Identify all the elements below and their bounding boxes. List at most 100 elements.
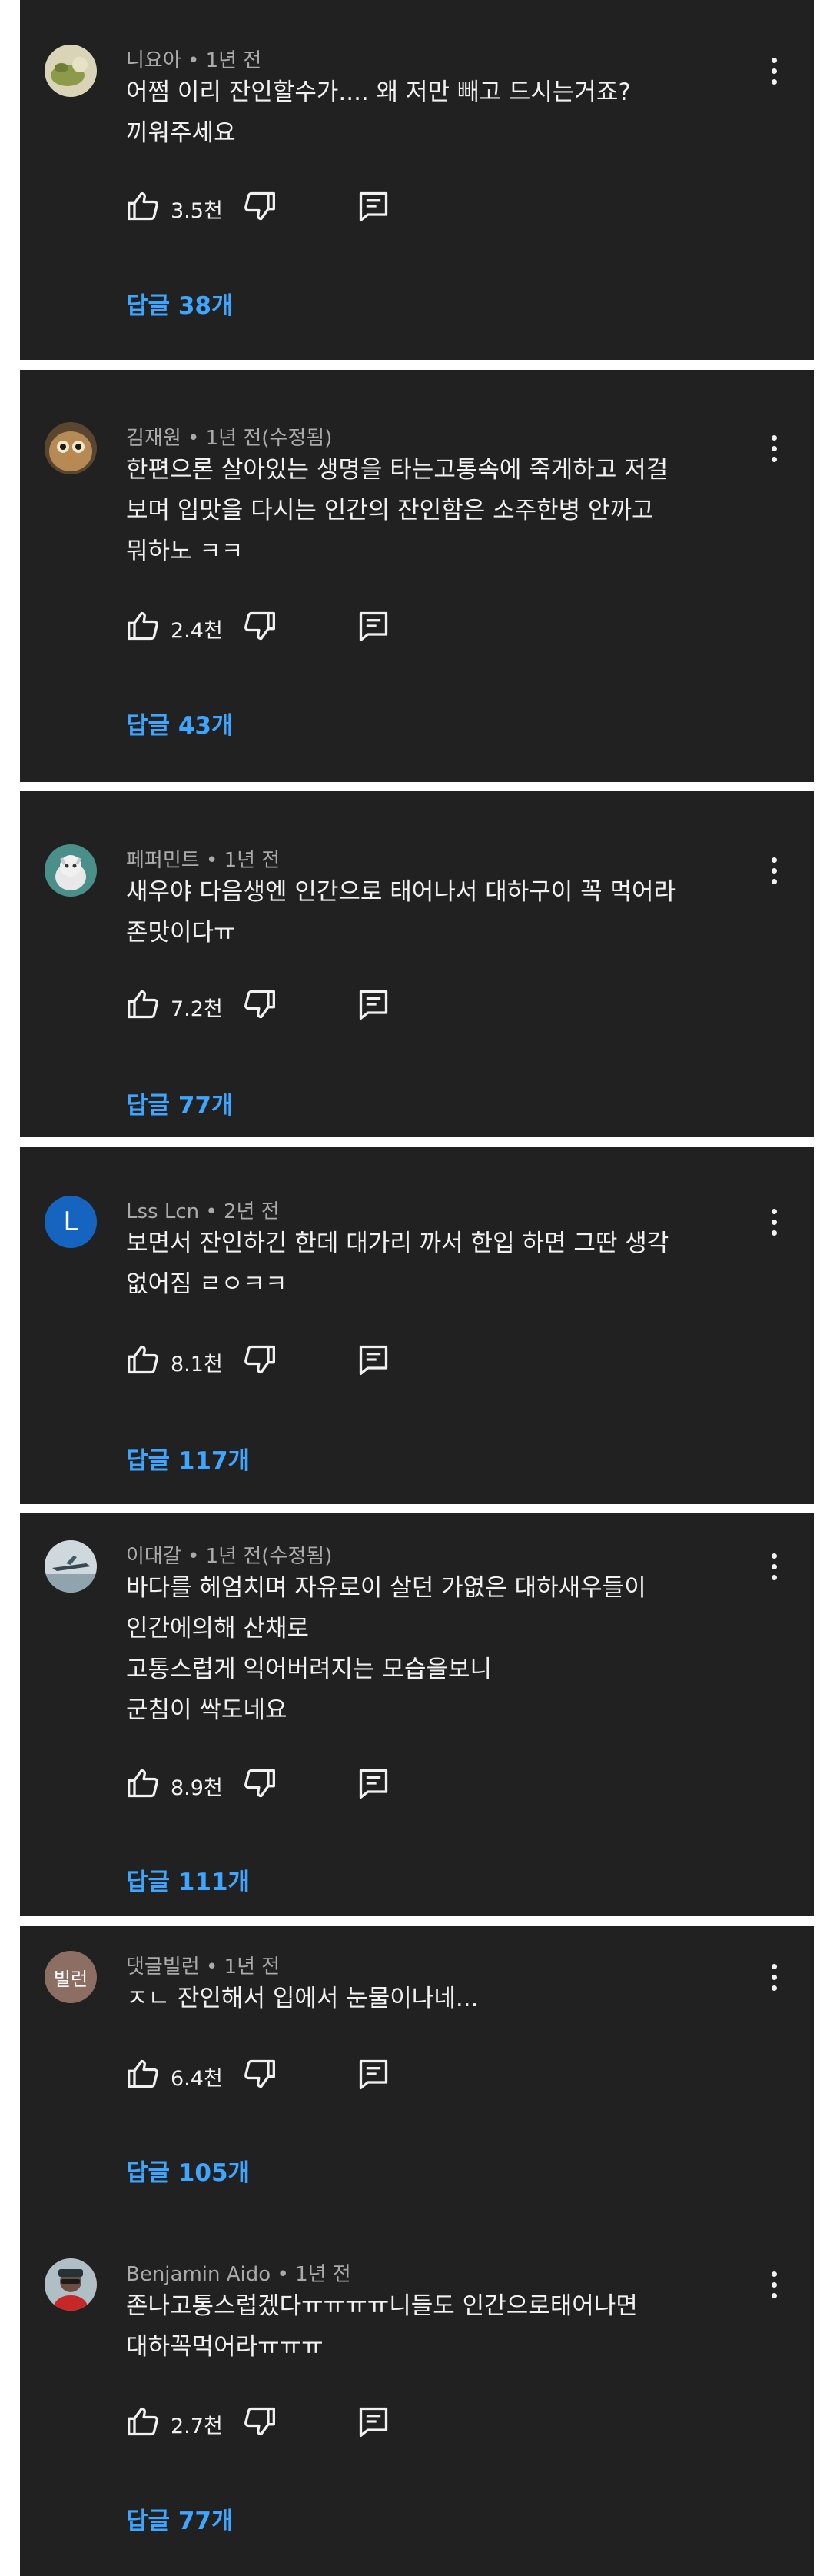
- thumbs-down-icon: [244, 990, 275, 1019]
- like-button[interactable]: [126, 986, 160, 1023]
- comment-line: 끼워주세요: [126, 119, 236, 147]
- view-replies-link[interactable]: 답글 111개: [126, 1862, 250, 1897]
- comment-reply-icon: [359, 2059, 388, 2089]
- thumbs-up-icon: [128, 191, 158, 221]
- author-name[interactable]: 니요아: [126, 49, 181, 72]
- comment-line: 보며 입맛을 다시는 인간의 잔인함은 소주한병 안까고: [126, 497, 654, 524]
- comment-card: 빌런 댓글빌런 • 1년 전 ㅈㄴ 잔인해서 입에서 눈물이나네... 6.4천…: [20, 1926, 814, 2576]
- like-button[interactable]: [126, 1341, 160, 1378]
- comment-card: 김재원 • 1년 전(수정됨) 한편으론 살아있는 생명을 타는고통속에 죽게하…: [20, 370, 814, 782]
- view-replies-link[interactable]: 답글 105개: [126, 2153, 250, 2188]
- like-button[interactable]: [126, 607, 160, 644]
- view-replies-link[interactable]: 답글 43개: [126, 706, 234, 741]
- comment-line: 인간에의해 산채로: [126, 1615, 310, 1642]
- dislike-button[interactable]: [243, 2055, 277, 2092]
- view-replies-link[interactable]: 답글 77개: [126, 2501, 234, 2536]
- dislike-button[interactable]: [243, 607, 277, 644]
- more-options-icon[interactable]: [765, 1207, 783, 1238]
- like-button[interactable]: [126, 2055, 160, 2092]
- avatar[interactable]: 빌런: [45, 1951, 97, 2003]
- timestamp: 1년 전: [205, 49, 262, 72]
- avatar-letter: L: [63, 1206, 78, 1237]
- thumbs-up-icon: [128, 990, 158, 1019]
- like-count: 8.1천: [171, 1353, 223, 1376]
- thumbs-down-icon: [244, 1769, 275, 1798]
- reply-button[interactable]: [357, 1341, 390, 1378]
- comment-line: 대하꼭먹어라ㅠㅠㅠ: [126, 2333, 324, 2361]
- separator: •: [205, 1955, 218, 1979]
- comment-line: 바다를 헤엄치며 자유로이 살던 가엾은 대하새우들이: [126, 1574, 646, 1602]
- dislike-button[interactable]: [243, 986, 277, 1023]
- avatar[interactable]: [45, 45, 97, 97]
- like-count: 2.7천: [171, 2415, 223, 2438]
- comment-card: L Lss Lcn • 2년 전 보면서 잔인하긴 한데 대가리 까서 한입 하…: [20, 1147, 814, 1504]
- more-options-icon[interactable]: [765, 1962, 783, 1993]
- comment-actions: 8.9천: [126, 1765, 449, 1802]
- view-replies-link[interactable]: 답글 77개: [126, 1086, 234, 1120]
- comment-line: ㅈㄴ 잔인해서 입에서 눈물이나네...: [126, 1985, 479, 2012]
- comment-actions: 2.4천: [126, 607, 449, 644]
- reply-button[interactable]: [357, 1765, 390, 1802]
- comment-text: 보면서 잔인하긴 한데 대가리 까서 한입 하면 그딴 생각 없어짐 ㄹㅇㅋㅋ: [126, 1223, 756, 1305]
- more-options-icon[interactable]: [765, 434, 783, 464]
- avatar[interactable]: [45, 1540, 97, 1593]
- timestamp: 1년 전: [224, 849, 281, 872]
- comment-line: 고통스럽게 익어버려지는 모습을보니: [126, 1656, 493, 1683]
- author-name[interactable]: 김재원: [126, 427, 181, 450]
- more-options-icon[interactable]: [765, 2270, 783, 2301]
- like-count: 7.2천: [171, 997, 223, 1021]
- thumbs-up-icon: [128, 2407, 158, 2436]
- comment-meta: 댓글빌런 • 1년 전: [126, 1951, 280, 1979]
- comment-meta: 김재원 • 1년 전(수정됨): [126, 422, 332, 451]
- comment-card: 페퍼민트 • 1년 전 새우야 다음생엔 인간으로 태어나서 대하구이 꼭 먹어…: [20, 791, 814, 1137]
- timestamp: 1년 전(수정됨): [205, 427, 333, 450]
- author-name[interactable]: Benjamin Aido: [126, 2263, 271, 2286]
- like-button[interactable]: [126, 188, 160, 225]
- comment-line: 존맛이다ㅠ: [126, 919, 236, 947]
- avatar[interactable]: [45, 844, 97, 897]
- dislike-button[interactable]: [243, 188, 277, 225]
- comment-line: 없어짐 ㄹㅇㅋㅋ: [126, 1270, 287, 1298]
- reply-button[interactable]: [357, 986, 390, 1023]
- comment-actions: 6.4천: [126, 2055, 449, 2092]
- author-name[interactable]: 댓글빌런: [126, 1955, 200, 1979]
- view-replies-link[interactable]: 답글 38개: [126, 286, 234, 321]
- like-button[interactable]: [126, 2403, 160, 2440]
- author-name[interactable]: Lss Lcn: [126, 1200, 199, 1223]
- avatar[interactable]: [45, 2258, 97, 2311]
- comment-meta: Benjamin Aido • 1년 전: [126, 2258, 351, 2287]
- thumbs-down-icon: [244, 611, 275, 641]
- comment-reply-icon: [359, 191, 388, 221]
- comment-text: ㅈㄴ 잔인해서 입에서 눈물이나네...: [126, 1979, 756, 2019]
- comment-actions: 3.5천: [126, 188, 449, 225]
- avatar[interactable]: [45, 422, 97, 474]
- more-options-icon[interactable]: [765, 1552, 783, 1583]
- view-replies-link[interactable]: 답글 117개: [126, 1441, 250, 1476]
- comment-reply-icon: [359, 990, 388, 1020]
- comment-text: 어쩜 이리 잔인할수가.... 왜 저만 빼고 드시는거죠? 끼워주세요: [126, 72, 756, 154]
- comment-reply-icon: [359, 2407, 388, 2437]
- thumbs-down-icon: [244, 191, 275, 221]
- separator: •: [205, 849, 218, 872]
- more-options-icon[interactable]: [765, 56, 783, 87]
- reply-button[interactable]: [357, 2055, 390, 2092]
- dislike-button[interactable]: [243, 1341, 277, 1378]
- reply-button[interactable]: [357, 607, 390, 644]
- timestamp: 1년 전(수정됨): [205, 1545, 333, 1568]
- author-name[interactable]: 페퍼민트: [126, 849, 200, 872]
- comment-meta: Lss Lcn • 2년 전: [126, 1196, 280, 1224]
- more-options-icon[interactable]: [765, 856, 783, 887]
- comment-card: 이대갈 • 1년 전(수정됨) 바다를 헤엄치며 자유로이 살던 가엾은 대하새…: [20, 1513, 814, 1916]
- like-count: 2.4천: [171, 619, 223, 643]
- timestamp: 2년 전: [223, 1200, 280, 1223]
- comment-line: 뭐하노 ㅋㅋ: [126, 537, 244, 565]
- avatar[interactable]: L: [45, 1196, 97, 1248]
- like-button[interactable]: [126, 1765, 160, 1802]
- thumbs-down-icon: [244, 2059, 275, 2088]
- dislike-button[interactable]: [243, 2403, 277, 2440]
- thumbs-up-icon: [128, 611, 158, 641]
- reply-button[interactable]: [357, 2403, 390, 2440]
- dislike-button[interactable]: [243, 1765, 277, 1802]
- author-name[interactable]: 이대갈: [126, 1545, 181, 1568]
- reply-button[interactable]: [357, 188, 390, 225]
